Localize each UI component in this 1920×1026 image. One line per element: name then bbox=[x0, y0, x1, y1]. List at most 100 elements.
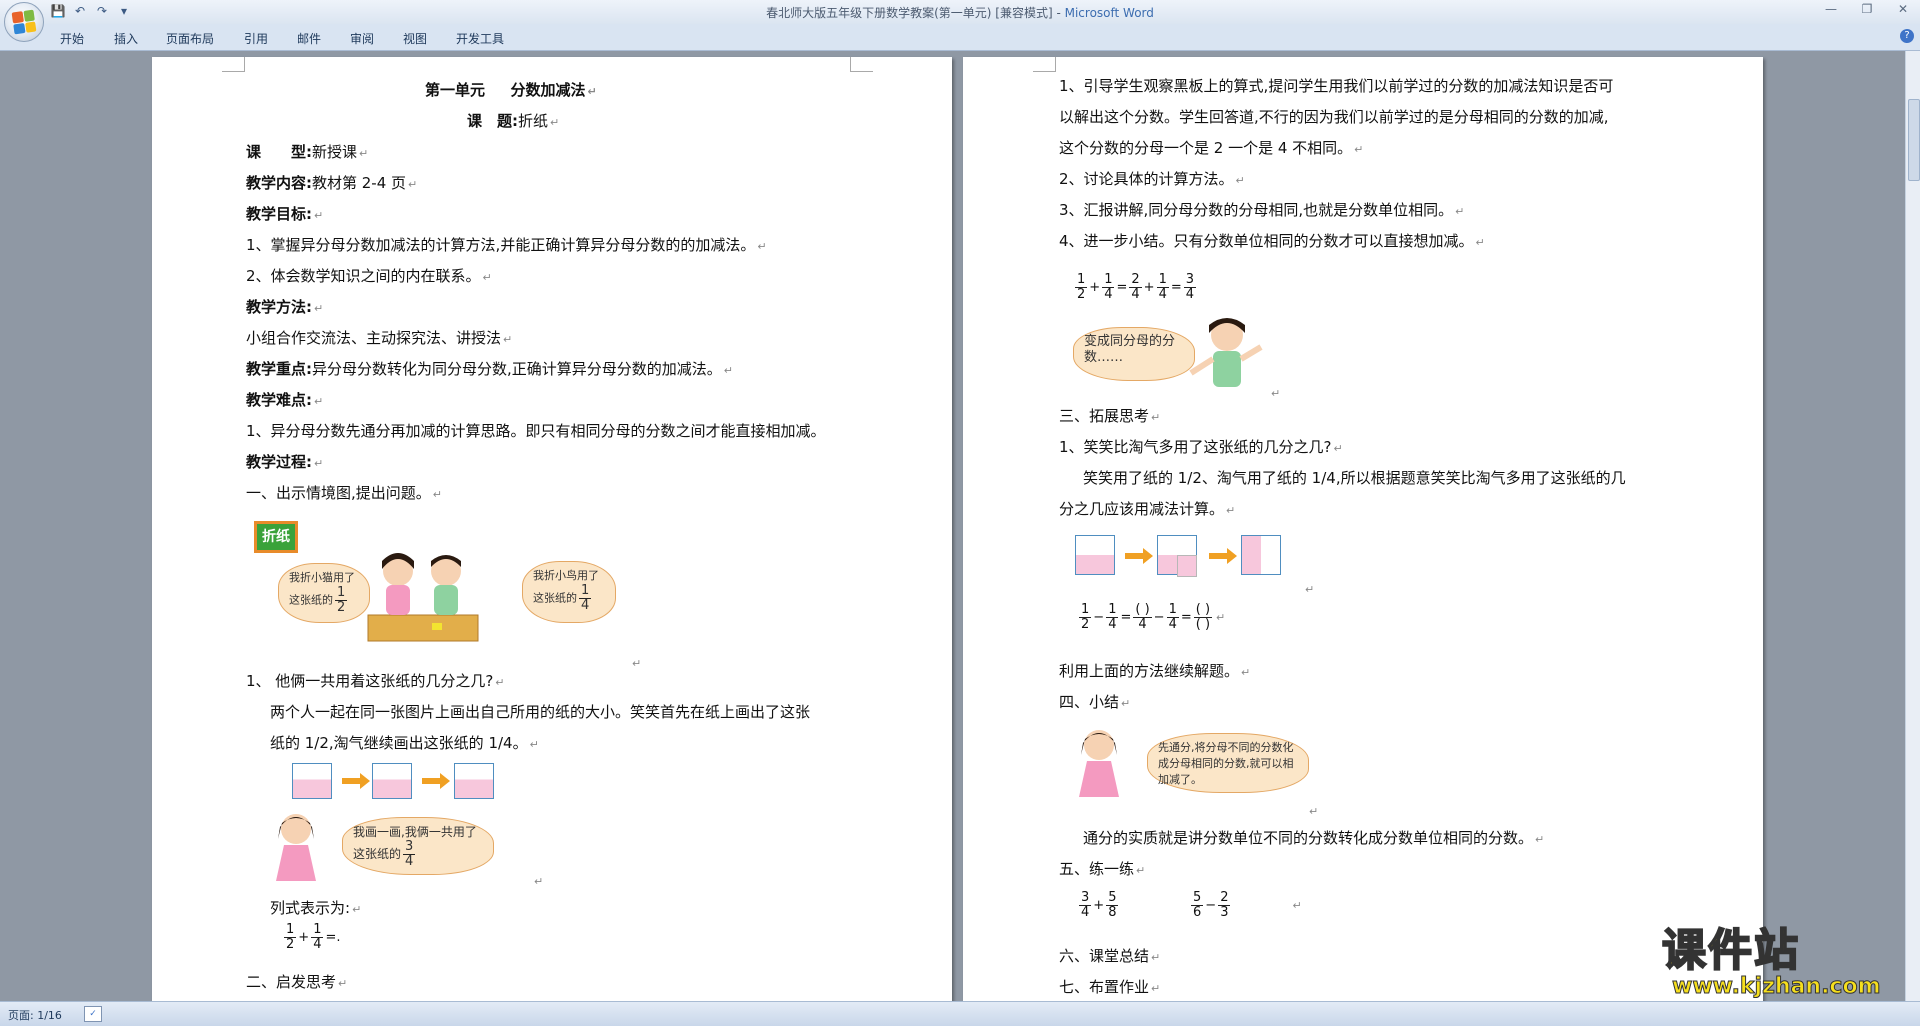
paragraph-mark: ↵ bbox=[1271, 387, 1281, 400]
paragraph: 通分的实质就是讲分数单位不同的分数转化成分数单位相同的分数。 ↵ bbox=[1083, 829, 1545, 847]
three-quarter-shaded-square bbox=[454, 763, 494, 799]
process-heading: 教学过程: ↵ bbox=[246, 453, 324, 471]
origami-figure: 折纸 我折小猫用了这张纸的 1 2 我折小鸟用了这张纸的 1 4 bbox=[254, 521, 616, 642]
vertical-scrollbar[interactable] bbox=[1905, 51, 1920, 1001]
speech-bubble: 我折小鸟用了这张纸的 1 4 bbox=[522, 561, 616, 623]
difficulty-heading: 教学难点: ↵ bbox=[246, 391, 324, 409]
minimize-icon[interactable]: — bbox=[1818, 0, 1844, 18]
arrow-icon bbox=[422, 773, 450, 789]
arrow-icon bbox=[1209, 548, 1237, 564]
question: 1、 他俩一共用着这张纸的几分之几? ↵ bbox=[246, 672, 505, 690]
goal-heading: 教学目标: ↵ bbox=[246, 205, 324, 223]
close-icon[interactable]: ✕ bbox=[1890, 0, 1916, 18]
method-heading: 教学方法: ↵ bbox=[246, 298, 324, 316]
window-title: 春北师大版五年级下册数学教案(第一单元) [兼容模式] - Microsoft … bbox=[766, 6, 1154, 20]
paragraph: 2、讨论具体的计算方法。 ↵ bbox=[1059, 170, 1245, 188]
tab-mailings[interactable]: 邮件 bbox=[297, 30, 321, 47]
goal-item: 1、掌握异分母分数加减法的计算方法,并能正确计算异分母分数的的加减法。 ↵ bbox=[246, 236, 767, 254]
left-page[interactable]: 第一单元 分数加减法 ↵ 课 题:折纸 ↵ 课 型:新授课 ↵ 教学内容:教材第 2-… bbox=[152, 57, 952, 1001]
paragraph: 4、进一步小结。只有分数单位相同的分数才可以直接想加减。 ↵ bbox=[1059, 232, 1485, 250]
page-corner-mark bbox=[1033, 57, 1056, 72]
paragraph-mark: ↵ bbox=[1305, 583, 1315, 596]
goal-item: 2、体会数学知识之间的内在联系。 ↵ bbox=[246, 267, 492, 285]
paragraph: 3、汇报讲解,同分母分数的分母相同,也就是分数单位相同。 ↵ bbox=[1059, 201, 1465, 219]
girl-illustration bbox=[276, 814, 316, 881]
title-bar: 💾 ↶ ↷ ▾ 春北师大版五年级下册数学教案(第一单元) [兼容模式] - Mi… bbox=[0, 0, 1920, 25]
lesson-subtitle: 课 题:折纸 ↵ bbox=[467, 112, 560, 130]
children-illustration bbox=[367, 553, 479, 642]
half-shaded-square bbox=[1075, 535, 1115, 575]
ribbon-tabs: 开始 插入 页面布局 引用 邮件 审阅 视图 开发工具 ? bbox=[0, 24, 1920, 51]
exercise-1: 3 4 +5 8 bbox=[1079, 890, 1119, 920]
tab-view[interactable]: 视图 bbox=[403, 30, 427, 47]
origami-sign: 折纸 bbox=[254, 521, 298, 553]
tab-developer[interactable]: 开发工具 bbox=[456, 30, 504, 47]
paragraph: 笑笑用了纸的 1/2、淘气用了纸的 1/4,所以根据题意笑笑比淘气多用了这张纸的… bbox=[1083, 469, 1626, 487]
arrow-icon bbox=[342, 773, 370, 789]
formula-label: 列式表示为: ↵ bbox=[270, 899, 362, 917]
paragraph: 纸的 1/2,淘气继续画出这张纸的 1/4。 ↵ bbox=[270, 734, 539, 752]
step-heading: 五、练一练 ↵ bbox=[1059, 860, 1146, 878]
step-heading: 七、布置作业 ↵ bbox=[1059, 978, 1161, 996]
subtraction-equation: 1 2−1 4 =( ) 4−1 4 =( )( ) ↵ bbox=[1079, 602, 1226, 632]
right-page[interactable]: 1、引导学生观察黑板上的算式,提问学生用我们以前学过的分数的加减法知识是否可 以… bbox=[963, 57, 1763, 1001]
step-heading: 六、课堂总结 ↵ bbox=[1059, 947, 1161, 965]
paragraph: 利用上面的方法继续解题。 ↵ bbox=[1059, 662, 1251, 680]
half-shaded-square bbox=[292, 763, 332, 799]
boy-illustration bbox=[1189, 318, 1263, 387]
lesson-content: 教学内容:教材第 2-4 页 ↵ bbox=[246, 174, 418, 192]
key-point: 教学重点:异分母分数转化为同分母分数,正确计算异分母分数的加减法。 ↵ bbox=[246, 360, 733, 378]
help-icon[interactable]: ? bbox=[1900, 29, 1914, 43]
difficulty-item: 1、异分母分数先通分再加减的计算思路。即只有相同分母的分数之间才能直接相加减。 bbox=[246, 422, 826, 440]
half-shaded-square bbox=[372, 763, 412, 799]
tab-references[interactable]: 引用 bbox=[244, 30, 268, 47]
step-heading: 四、小结 ↵ bbox=[1059, 693, 1131, 711]
method-value: 小组合作交流法、主动探究法、讲授法 ↵ bbox=[246, 329, 513, 347]
paragraph-mark: ↵ bbox=[632, 657, 642, 670]
doc-title: 第一单元 分数加减法 ↵ bbox=[425, 81, 597, 99]
page-corner-mark bbox=[222, 57, 245, 72]
speech-bubble: 变成同分母的分数…… bbox=[1073, 327, 1195, 381]
subtraction-figure bbox=[1075, 535, 1295, 581]
paper-fold-figure bbox=[292, 763, 502, 803]
tab-insert[interactable]: 插入 bbox=[114, 30, 138, 47]
status-bar: 页面: 1/16 ✓ bbox=[0, 1001, 1920, 1026]
question: 1、笑笑比淘气多用了这张纸的几分之几? ↵ bbox=[1059, 438, 1343, 456]
office-logo-icon bbox=[11, 9, 37, 35]
paragraph: 两个人一起在同一张图片上画出自己所用的纸的大小。笑笑首先在纸上画出了这张 bbox=[270, 703, 811, 721]
tab-page-layout[interactable]: 页面布局 bbox=[166, 30, 214, 47]
tab-review[interactable]: 审阅 bbox=[350, 30, 374, 47]
quarter-shaded-square bbox=[1241, 535, 1281, 575]
document-area: 第一单元 分数加减法 ↵ 课 题:折纸 ↵ 课 型:新授课 ↵ 教学内容:教材第 2-… bbox=[0, 51, 1906, 1001]
step-heading: 三、拓展思考 ↵ bbox=[1059, 407, 1161, 425]
paragraph: 分之几应该用减法计算。 ↵ bbox=[1059, 500, 1236, 518]
speech-bubble: 我画一画,我俩一共用了这张纸的 3 4 bbox=[342, 817, 494, 875]
watermark-url: www.kjzhan.com bbox=[1672, 974, 1882, 1000]
watermark-logo: 课件站 www.kjzhan.com bbox=[1661, 925, 1902, 1002]
addition-equation: 1 2 +1 4 = 2 4 +1 4 = 3 4 bbox=[1075, 272, 1197, 302]
paragraph: 这个分数的分母一个是 2 一个是 4 不相同。 ↵ bbox=[1059, 139, 1364, 157]
paragraph-mark: ↵ bbox=[1309, 805, 1319, 818]
step-heading: 一、出示情境图,提出问题。 ↵ bbox=[246, 484, 442, 502]
girl-illustration bbox=[1079, 730, 1119, 797]
speech-bubble: 我折小猫用了这张纸的 1 2 bbox=[278, 563, 370, 623]
watermark-text: 课件站 bbox=[1661, 925, 1800, 977]
page-corner-mark bbox=[850, 57, 873, 72]
window-controls: — ❐ ✕ bbox=[1818, 0, 1916, 18]
proofing-icon[interactable]: ✓ bbox=[84, 1006, 102, 1022]
paragraph: 以解出这个分数。学生回答道,不行的因为我们以前学过的是分母相同的分数的加减, bbox=[1059, 108, 1609, 126]
speech-bubble: 先通分,将分母不同的分数化成分母相同的分数,就可以相加减了。 bbox=[1147, 733, 1309, 793]
formula: 1 2 +1 4 =. bbox=[284, 922, 341, 952]
tab-home[interactable]: 开始 bbox=[60, 30, 84, 47]
quarter-piece bbox=[1177, 555, 1197, 577]
scrollbar-thumb[interactable] bbox=[1908, 99, 1920, 181]
office-button[interactable] bbox=[4, 2, 44, 42]
maximize-icon[interactable]: ❐ bbox=[1854, 0, 1880, 18]
page-indicator[interactable]: 页面: 1/16 bbox=[8, 1007, 62, 1023]
paragraph-mark: ↵ bbox=[534, 875, 544, 888]
exercise-2: 5 6−2 3 ↵ bbox=[1191, 890, 1302, 920]
step-heading: 二、启发思考 ↵ bbox=[246, 973, 348, 991]
arrow-icon bbox=[1125, 548, 1153, 564]
lesson-type: 课 型:新授课 ↵ bbox=[246, 143, 369, 161]
paragraph: 1、引导学生观察黑板上的算式,提问学生用我们以前学过的分数的加减法知识是否可 bbox=[1059, 77, 1614, 95]
